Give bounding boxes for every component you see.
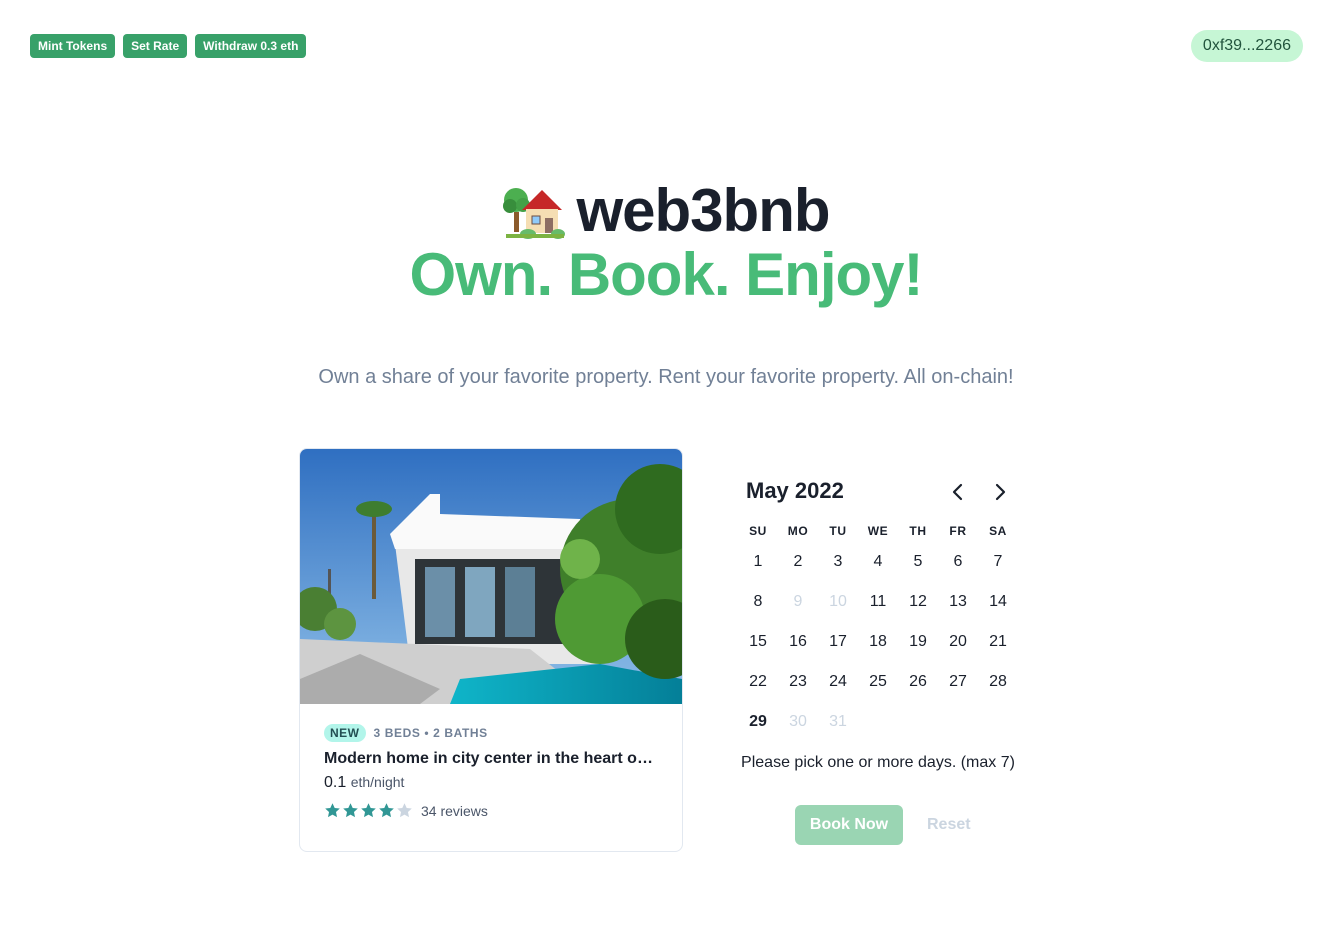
calendar-day[interactable]: 12 [898, 582, 938, 622]
calendar-day[interactable]: 19 [898, 622, 938, 662]
calendar-day[interactable]: 28 [978, 662, 1018, 702]
calendar-day: 9 [793, 593, 803, 610]
price-value: 0.1 [324, 774, 347, 791]
chevron-left-icon [952, 483, 963, 501]
weekday-label: SA [989, 524, 1007, 538]
calendar-header: May 2022 [738, 470, 1018, 510]
property-meta: NEW 3 BEDS • 2 BATHS [324, 724, 658, 742]
booking-calendar: May 2022 SU MO TU WE TH FR SA 1 2 3 4 5 6 7 8 9 10 11 12 13… [738, 470, 1018, 845]
reset-button[interactable]: Reset [919, 816, 979, 834]
calendar-day[interactable]: 13 [938, 582, 978, 622]
calendar-day[interactable]: 3 [818, 542, 858, 582]
weekday-header-row: SU MO TU WE TH FR SA [738, 520, 1018, 542]
calendar-day[interactable]: 11 [858, 582, 898, 622]
calendar-day[interactable]: 22 [738, 662, 778, 702]
calendar-month: May 2022 [746, 478, 844, 503]
set-rate-button[interactable]: Set Rate [123, 34, 188, 58]
star-empty-icon [397, 803, 412, 818]
property-rating: 34 reviews [324, 802, 658, 819]
calendar-week-row: 22 23 24 25 26 27 28 [738, 662, 1018, 702]
calendar-day[interactable]: 25 [858, 662, 898, 702]
hero-subtitle: Own a share of your favorite property. R… [318, 366, 1014, 388]
wallet-address-button[interactable]: 0xf39...2266 [1190, 30, 1303, 62]
calendar-grid: SU MO TU WE TH FR SA 1 2 3 4 5 6 7 8 9 10 11 12 13 14 15 16 17 1… [738, 520, 1018, 742]
calendar-day[interactable]: 4 [858, 542, 898, 582]
property-price: 0.1 eth/night [324, 772, 658, 793]
calendar-empty-cell [978, 702, 1018, 742]
calendar-day[interactable]: 23 [778, 662, 818, 702]
hero-title: web3bnb [0, 175, 1332, 245]
calendar-day[interactable]: 17 [818, 622, 858, 662]
calendar-day[interactable]: 26 [898, 662, 938, 702]
withdraw-button[interactable]: Withdraw 0.3 eth [195, 34, 307, 58]
weekday-label: WE [867, 524, 889, 538]
previous-month-button[interactable] [946, 480, 970, 504]
weekday-label: TU [829, 524, 847, 538]
property-card[interactable]: NEW 3 BEDS • 2 BATHS Modern home in city… [299, 448, 683, 852]
calendar-day[interactable]: 5 [898, 542, 938, 582]
calendar-hint: Please pick one or more days. (max 7) [741, 754, 1015, 771]
calendar-empty-cell [938, 702, 978, 742]
admin-toolbar: Mint Tokens Set Rate Withdraw 0.3 eth [30, 34, 307, 58]
calendar-week-row: 15 16 17 18 19 20 21 [738, 622, 1018, 662]
calendar-empty-cell [898, 702, 938, 742]
next-month-button[interactable] [988, 480, 1012, 504]
hero-tagline: Own. Book. Enjoy! [409, 241, 923, 308]
chevron-right-icon [995, 483, 1006, 501]
mint-tokens-button[interactable]: Mint Tokens [30, 34, 116, 58]
app-page: Mint Tokens Set Rate Withdraw 0.3 eth 0x… [0, 0, 1332, 936]
property-title: Modern home in city center in the heart … [324, 750, 658, 767]
star-filled-icon [325, 803, 340, 818]
calendar-day[interactable]: 8 [738, 582, 778, 622]
property-photo [300, 449, 682, 704]
calendar-day[interactable]: 14 [978, 582, 1018, 622]
property-details: NEW 3 BEDS • 2 BATHS Modern home in city… [300, 704, 682, 819]
calendar-week-row: 1234567 [738, 542, 1018, 582]
weekday-label: FR [949, 524, 967, 538]
price-unit: eth/night [350, 774, 405, 790]
calendar-week-row: 29 30 31 [738, 702, 1018, 742]
calendar-week-row: 8 9 10 11 12 13 14 [738, 582, 1018, 622]
weekday-label: MO [787, 524, 809, 538]
calendar-day[interactable]: 16 [778, 622, 818, 662]
weekday-label: SU [749, 524, 767, 538]
calendar-day: 30 [789, 713, 807, 730]
calendar-day[interactable]: 15 [738, 622, 778, 662]
calendar-day: 10 [829, 593, 847, 610]
beds-baths-label: 3 BEDS • 2 BATHS [373, 726, 488, 740]
reviews-count: 34 reviews [421, 802, 488, 819]
calendar-day[interactable]: 27 [938, 662, 978, 702]
calendar-day[interactable]: 24 [818, 662, 858, 702]
new-badge: NEW [324, 724, 366, 742]
calendar-day[interactable]: 20 [938, 622, 978, 662]
calendar-day[interactable]: 29 [738, 702, 778, 742]
book-now-button[interactable]: Book Now [795, 805, 903, 845]
weekday-label: TH [909, 524, 927, 538]
calendar-day[interactable]: 2 [778, 542, 818, 582]
star-filled-icon [361, 803, 376, 818]
calendar-day[interactable]: 21 [978, 622, 1018, 662]
calendar-day[interactable]: 18 [858, 622, 898, 662]
app-name: web3bnb [576, 176, 830, 244]
calendar-day: 31 [829, 713, 847, 730]
calendar-actions: Book Now Reset [795, 805, 979, 845]
star-filled-icon [379, 803, 394, 818]
calendar-empty-cell [858, 702, 898, 742]
calendar-day[interactable]: 6 [938, 542, 978, 582]
house-with-garden-icon [503, 188, 566, 239]
star-rating [324, 802, 413, 819]
star-filled-icon [343, 803, 358, 818]
calendar-day[interactable]: 7 [978, 542, 1018, 582]
calendar-day[interactable]: 1 [738, 542, 778, 582]
